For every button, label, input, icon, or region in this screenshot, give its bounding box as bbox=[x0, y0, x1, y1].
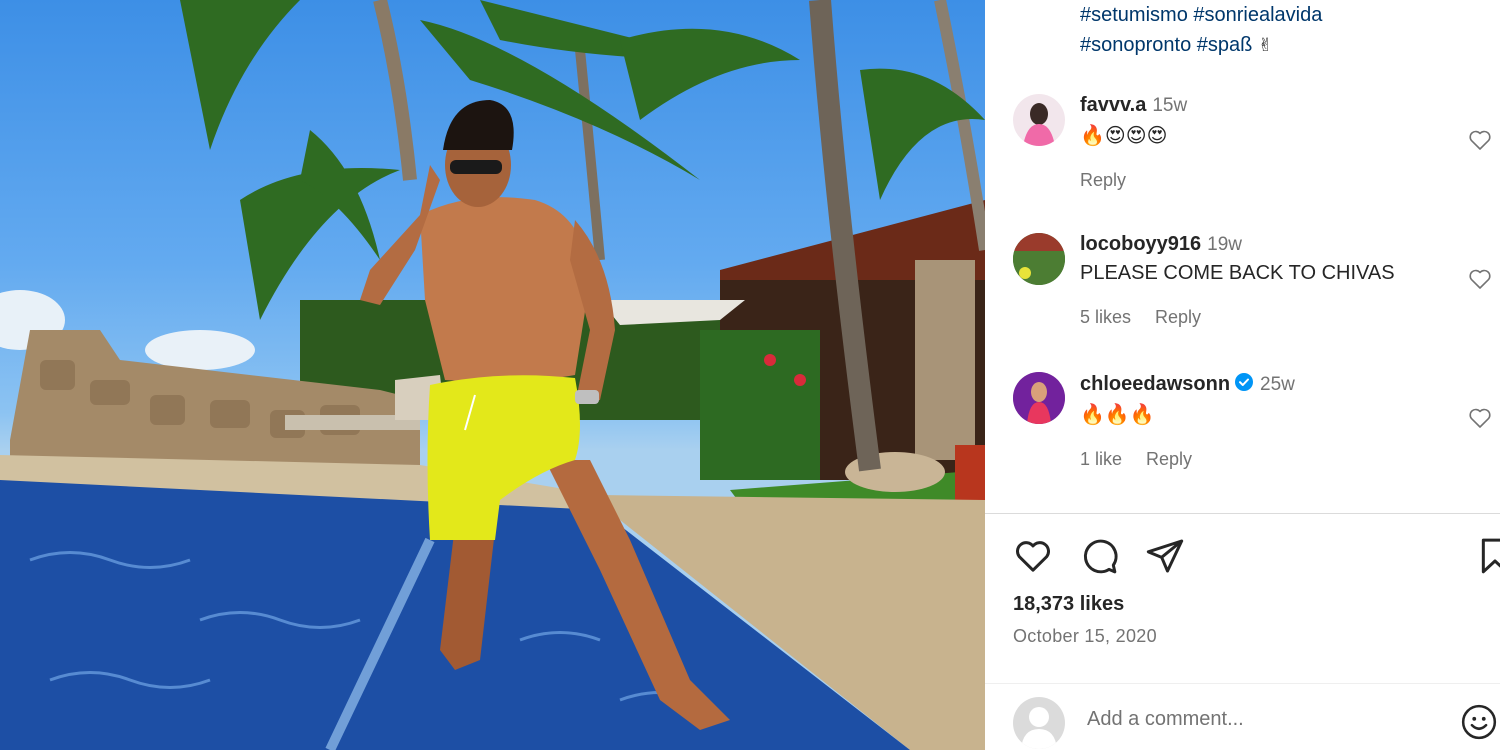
comment-body: favvv.a 15w 🔥😍😍😍 Reply bbox=[1080, 94, 1450, 191]
pool-scene-image bbox=[0, 0, 985, 750]
post-caption: #setumismo #sonriealavida #sonopronto #s… bbox=[1080, 0, 1322, 60]
avatar[interactable] bbox=[1013, 233, 1065, 285]
caption-line[interactable]: #sonopronto #spaß ✌ bbox=[1080, 30, 1322, 60]
victory-hand-emoji: ✌ bbox=[1257, 35, 1273, 55]
heart-icon[interactable] bbox=[1467, 406, 1493, 430]
post-photo[interactable] bbox=[0, 0, 985, 750]
likes-count[interactable]: 18,373 likes bbox=[1013, 593, 1124, 616]
caption-line[interactable]: #setumismo #sonriealavida bbox=[1080, 0, 1322, 30]
comment-text: 🔥🔥🔥 bbox=[1080, 404, 1155, 426]
post-date[interactable]: October 15, 2020 bbox=[1013, 626, 1157, 647]
comment-likes[interactable]: 1 like bbox=[1080, 449, 1122, 469]
comment-meta: 1 like Reply bbox=[1080, 449, 1450, 470]
post-actions bbox=[1013, 536, 1500, 578]
comment-body: chloeedawsonn 25w 🔥🔥🔥 1 like Reply bbox=[1080, 372, 1450, 470]
comment-username[interactable]: chloeedawsonn bbox=[1080, 373, 1230, 395]
divider bbox=[985, 683, 1500, 684]
current-user-avatar bbox=[1013, 697, 1065, 749]
avatar[interactable] bbox=[1013, 372, 1065, 424]
comment-likes[interactable]: 5 likes bbox=[1080, 307, 1131, 327]
comment-meta: 5 likes Reply bbox=[1080, 307, 1450, 328]
verified-badge-icon bbox=[1235, 373, 1254, 391]
heart-icon[interactable] bbox=[1013, 536, 1053, 576]
caption-hashtags[interactable]: #sonopronto #spaß bbox=[1080, 34, 1252, 56]
comment-body: locoboyy916 19w PLEASE COME BACK TO CHIVA… bbox=[1080, 233, 1450, 328]
reply-button[interactable]: Reply bbox=[1146, 449, 1192, 469]
comment-time[interactable]: 15w bbox=[1152, 95, 1187, 116]
comment-time[interactable]: 19w bbox=[1207, 234, 1242, 255]
heart-icon[interactable] bbox=[1467, 267, 1493, 291]
comment-username[interactable]: locoboyy916 bbox=[1080, 233, 1201, 255]
post-side-panel: #setumismo #sonriealavida #sonopronto #s… bbox=[985, 0, 1500, 750]
comment-username[interactable]: favvv.a bbox=[1080, 94, 1146, 116]
avatar[interactable] bbox=[1013, 94, 1065, 146]
bookmark-icon[interactable] bbox=[1475, 536, 1500, 576]
comment-time[interactable]: 25w bbox=[1260, 374, 1295, 395]
comment-text: 🔥😍😍😍 bbox=[1080, 125, 1168, 147]
divider bbox=[985, 513, 1500, 514]
reply-button[interactable]: Reply bbox=[1155, 307, 1201, 327]
comment-text: PLEASE COME BACK TO CHIVAS bbox=[1080, 262, 1395, 284]
smiley-icon[interactable] bbox=[1460, 703, 1498, 741]
add-comment-input[interactable]: Add a comment... bbox=[1087, 708, 1244, 731]
reply-button[interactable]: Reply bbox=[1080, 170, 1126, 190]
comment-meta: Reply bbox=[1080, 170, 1450, 191]
comment-bubble-icon[interactable] bbox=[1079, 536, 1119, 576]
send-icon[interactable] bbox=[1145, 536, 1185, 576]
heart-icon[interactable] bbox=[1467, 128, 1493, 152]
